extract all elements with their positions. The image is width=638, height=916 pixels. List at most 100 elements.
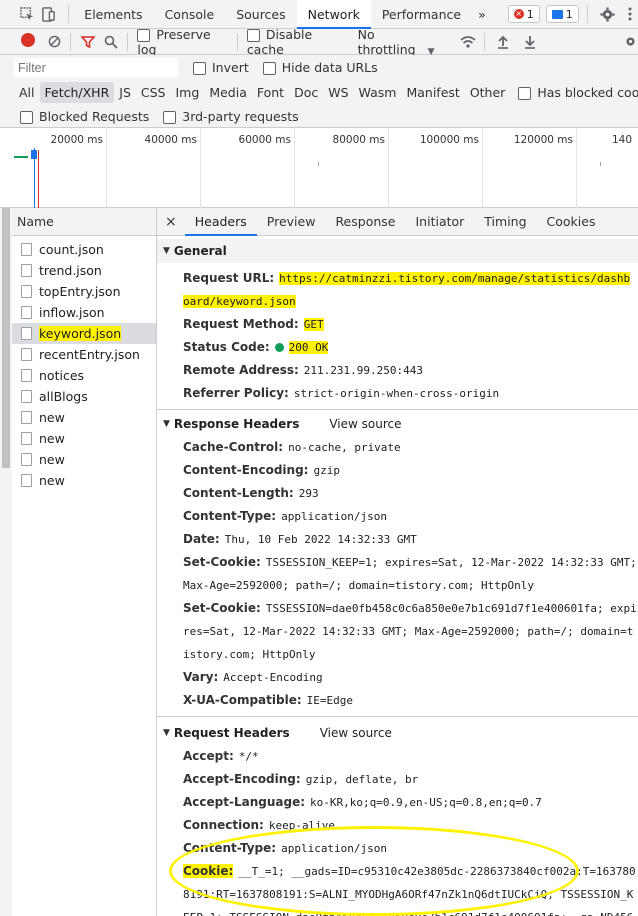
file-icon	[21, 474, 32, 487]
network-overview-timeline[interactable]: 20000 ms 40000 ms 60000 ms 80000 ms 1000…	[0, 128, 638, 208]
request-row[interactable]: inflow.json	[12, 302, 156, 323]
type-filter-ws[interactable]: WS	[323, 82, 353, 103]
request-row[interactable]: trend.json	[12, 260, 156, 281]
request-row[interactable]: new	[12, 470, 156, 491]
record-button[interactable]	[21, 33, 35, 50]
request-headers-section-header[interactable]: ▼ Request Headers View source	[157, 721, 638, 745]
inspect-element-icon[interactable]	[20, 6, 35, 22]
tab-cookies[interactable]: Cookies	[537, 208, 606, 236]
import-har-upload-icon[interactable]	[495, 34, 510, 50]
clear-icon[interactable]	[47, 34, 62, 50]
tab-sources[interactable]: Sources	[225, 0, 296, 29]
view-source-link[interactable]: View source	[320, 726, 392, 740]
type-filter-js[interactable]: JS	[114, 82, 136, 103]
file-icon	[21, 411, 32, 424]
timeline-tick	[318, 162, 319, 166]
type-filter-wasm[interactable]: Wasm	[354, 82, 402, 103]
timeline-label: 20000 ms	[50, 134, 103, 146]
request-name: allBlogs	[39, 389, 88, 404]
request-row[interactable]: count.json	[12, 239, 156, 260]
request-row[interactable]: recentEntry.json	[12, 344, 156, 365]
tab-preview[interactable]: Preview	[257, 208, 326, 236]
third-party-requests-label: 3rd-party requests	[182, 108, 299, 124]
tab-timing[interactable]: Timing	[474, 208, 536, 236]
name-column-header[interactable]: Name	[12, 208, 156, 236]
type-filter-media[interactable]: Media	[204, 82, 252, 103]
tab-initiator[interactable]: Initiator	[405, 208, 474, 236]
network-conditions-wifi-icon[interactable]	[460, 34, 476, 50]
type-filter-font[interactable]: Font	[252, 82, 289, 103]
general-section-header[interactable]: ▼ General	[157, 239, 638, 263]
type-filter-fetch-xhr[interactable]: Fetch/XHR	[39, 82, 115, 103]
export-har-download-icon[interactable]	[522, 34, 537, 50]
tab-response[interactable]: Response	[325, 208, 405, 236]
settings-gear-icon[interactable]	[600, 6, 615, 22]
filter-input[interactable]	[14, 58, 178, 77]
more-tabs-button[interactable]: »	[472, 0, 492, 29]
scrollbar-thumb[interactable]	[2, 208, 10, 468]
filter-funnel-icon[interactable]	[81, 34, 96, 50]
error-count-badge[interactable]: × 1	[507, 5, 540, 23]
disable-cache-checkbox[interactable]: Disable cache	[246, 27, 346, 57]
tab-headers[interactable]: Headers	[184, 208, 257, 236]
invert-checkbox[interactable]: Invert	[193, 60, 249, 75]
header-value: no-cache, private	[288, 441, 401, 454]
type-filter-other[interactable]: Other	[465, 82, 511, 103]
header-row: Set-Cookie: TSSESSION_KEEP=1; expires=Sat…	[157, 551, 638, 597]
header-key: Content-Encoding:	[183, 463, 309, 477]
request-row[interactable]: notices	[12, 365, 156, 386]
network-settings-gear-icon[interactable]	[623, 34, 638, 50]
left-scrollbar[interactable]	[0, 208, 12, 916]
header-key: Vary:	[183, 670, 219, 684]
preserve-log-checkbox[interactable]: Preserve log	[137, 27, 226, 57]
tab-network[interactable]: Network	[296, 0, 371, 29]
search-icon[interactable]	[104, 34, 119, 50]
third-party-requests-checkbox[interactable]: 3rd-party requests	[163, 108, 299, 124]
device-toolbar-icon[interactable]	[41, 6, 56, 22]
type-filter-css[interactable]: CSS	[136, 82, 171, 103]
header-value: application/json	[281, 842, 388, 855]
file-icon	[21, 432, 32, 445]
header-value: Accept-Encoding	[223, 671, 323, 684]
tab-console[interactable]: Console	[154, 0, 226, 29]
tab-performance[interactable]: Performance	[371, 0, 472, 29]
timeline-label: 100000 ms	[419, 134, 479, 146]
header-key: Set-Cookie:	[183, 555, 261, 569]
checkbox-box	[163, 110, 177, 124]
request-row[interactable]: topEntry.json	[12, 281, 156, 302]
timeline-label: 120000 ms	[513, 134, 573, 146]
request-url-row: Request URL: https://catminzzi.tistory.co…	[157, 267, 638, 313]
error-count: 1	[526, 7, 534, 21]
checkbox-box	[20, 110, 33, 124]
header-key: Date:	[183, 532, 220, 546]
header-value: keep-alive	[268, 819, 336, 832]
more-options-icon[interactable]	[623, 6, 638, 22]
view-source-link[interactable]: View source	[329, 417, 401, 431]
request-row[interactable]: allBlogs	[12, 386, 156, 407]
close-detail-icon[interactable]: ×	[157, 208, 185, 236]
request-row[interactable]: new	[12, 428, 156, 449]
type-filter-img[interactable]: Img	[171, 82, 205, 103]
tab-elements[interactable]: Elements	[73, 0, 153, 29]
request-row[interactable]: new	[12, 407, 156, 428]
message-count-badge[interactable]: 1	[545, 5, 579, 23]
request-name: recentEntry.json	[39, 347, 140, 362]
throttling-select[interactable]: No throttling ▼	[358, 27, 449, 57]
request-name: count.json	[39, 242, 104, 257]
request-row[interactable]: new	[12, 449, 156, 470]
request-row-selected[interactable]: keyword.json	[12, 323, 156, 344]
devtools-tab-bar: Elements Console Sources Network Perform…	[0, 0, 638, 29]
blocked-requests-checkbox[interactable]: Blocked Requests	[20, 109, 149, 124]
type-filter-all[interactable]: All	[14, 82, 40, 103]
header-key: Content-Type:	[183, 509, 277, 523]
type-filter-doc[interactable]: Doc	[289, 82, 323, 103]
request-name: trend.json	[39, 263, 102, 278]
type-filter-manifest[interactable]: Manifest	[401, 82, 464, 103]
request-name: new	[39, 452, 65, 467]
expand-triangle-icon: ▼	[163, 419, 170, 429]
has-blocked-cookies-checkbox[interactable]: Has blocked cookies	[518, 85, 638, 100]
header-value: 293	[298, 487, 319, 500]
resource-type-filter-row: All Fetch/XHR JS CSS Img Media Font Doc …	[0, 80, 638, 105]
response-headers-section-header[interactable]: ▼ Response Headers View source	[157, 412, 638, 436]
hide-data-urls-checkbox[interactable]: Hide data URLs	[262, 60, 378, 75]
